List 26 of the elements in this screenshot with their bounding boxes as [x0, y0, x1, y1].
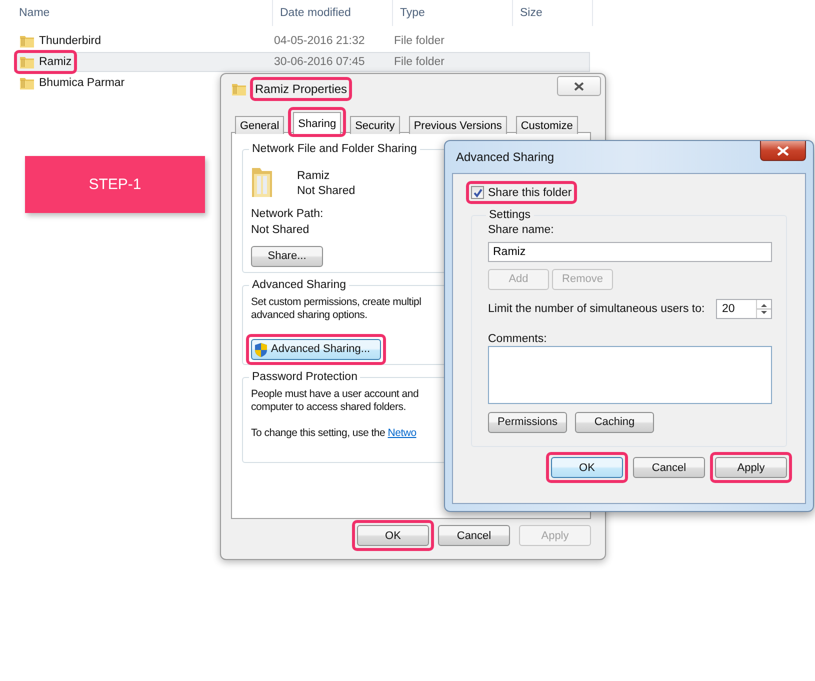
group-label: Advanced Sharing	[251, 279, 347, 292]
type-cell-text: File folder	[394, 35, 446, 47]
description-text: advanced sharing options.	[251, 309, 368, 322]
file-name: Thunderbird	[39, 35, 102, 47]
field-label: Comments:	[488, 333, 547, 346]
folder-name: Ramiz	[297, 170, 331, 183]
description-text: Set custom permissions, create multipl	[251, 296, 422, 309]
group-label: Password Protection	[251, 371, 358, 384]
group-label: Settings	[488, 209, 532, 222]
group-label: Network File and Folder Sharing	[251, 143, 418, 156]
setting-text: To change this setting, use the Netwo	[251, 427, 416, 440]
step-badge: STEP-1	[25, 156, 205, 213]
field-label: Share name:	[488, 224, 554, 237]
type-cell-text: File folder	[394, 56, 446, 68]
description-text: People must have a user account and	[251, 388, 419, 401]
share-status: Not Shared	[297, 185, 356, 198]
field-label: Limit the number of simultaneous users to:	[488, 302, 705, 316]
date-cell-text: 04-05-2016 21:32	[274, 35, 366, 47]
window-title: Advanced Sharing	[456, 150, 554, 164]
file-name: Ramiz	[39, 56, 72, 68]
field-label: Network Path:	[251, 208, 324, 221]
network-path: Not Shared	[251, 224, 310, 237]
description-text: computer to access shared folders.	[251, 401, 406, 414]
window-title: Ramiz Properties	[255, 82, 348, 96]
date-cell-text: 30-06-2016 07:45	[274, 56, 366, 68]
file-name: Bhumica Parmar	[39, 77, 125, 89]
